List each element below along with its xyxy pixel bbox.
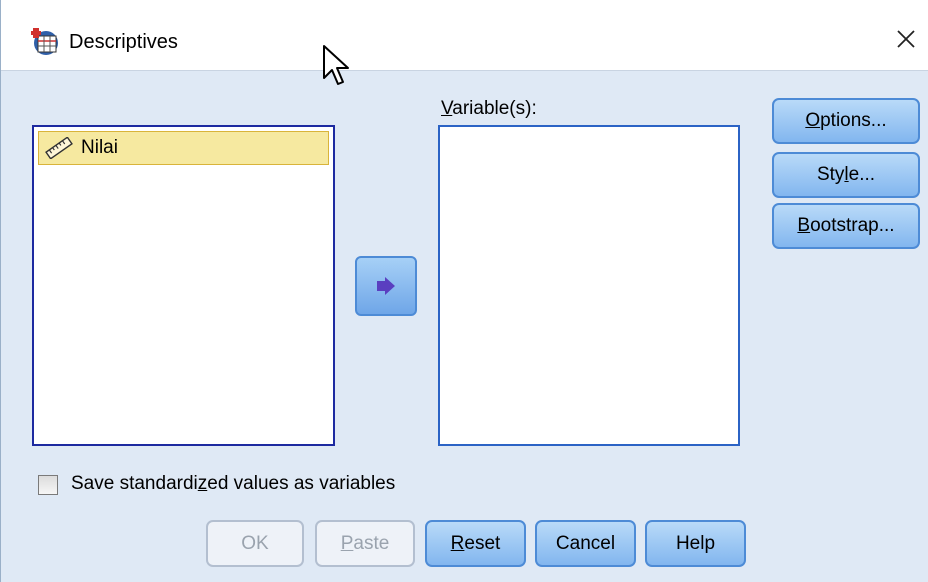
style-button[interactable]: Sty l e... <box>772 152 920 198</box>
options-button[interactable]: Options... <box>772 98 920 144</box>
target-variable-list[interactable] <box>438 125 740 446</box>
title-bar[interactable]: Descriptives <box>1 0 928 71</box>
mouse-cursor-icon <box>323 45 349 85</box>
list-item-nilai[interactable]: Nilai <box>38 131 329 165</box>
list-item-label: Nilai <box>81 137 118 158</box>
cancel-button[interactable]: Cancel <box>535 520 636 567</box>
reset-button[interactable]: Reset <box>425 520 526 567</box>
close-button[interactable] <box>889 22 923 56</box>
save-standardized-label[interactable]: Save standardized values as variables <box>71 473 395 495</box>
dialog-title: Descriptives <box>69 31 178 53</box>
variables-label: Variable(s): <box>441 98 537 119</box>
close-icon <box>897 30 915 48</box>
source-variable-list[interactable]: Nilai <box>32 125 335 446</box>
ok-button[interactable]: OK <box>206 520 304 567</box>
move-to-variables-button[interactable] <box>355 256 417 316</box>
descriptives-dialog: Descriptives Nilai Variable(s): O ptions… <box>0 0 928 582</box>
scale-ruler-icon <box>45 137 73 159</box>
spss-app-icon <box>31 28 58 55</box>
paste-button[interactable]: Paste <box>315 520 415 567</box>
arrow-right-icon <box>377 277 395 295</box>
help-button[interactable]: Help <box>645 520 746 567</box>
save-standardized-checkbox[interactable] <box>38 475 58 495</box>
bootstrap-button[interactable]: Bootstrap... <box>772 203 920 249</box>
